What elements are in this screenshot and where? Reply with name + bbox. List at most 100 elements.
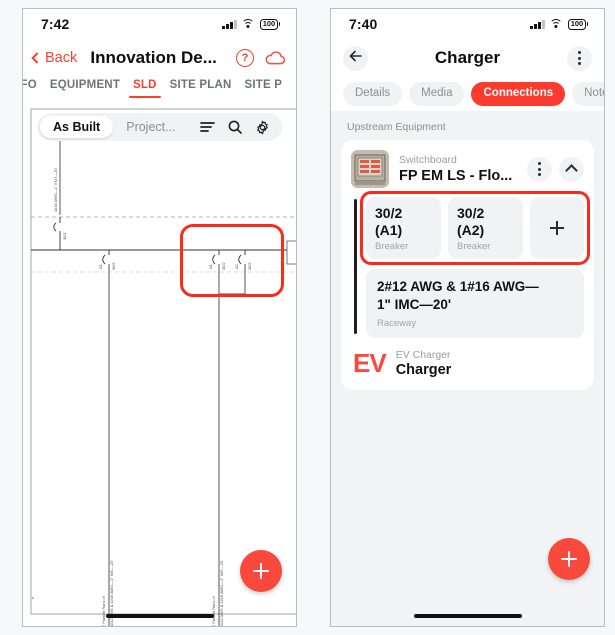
segment-projected[interactable]: Project... (113, 116, 188, 138)
svg-text:30/2: 30/2 (221, 262, 226, 270)
battery-level: 100 (262, 19, 276, 29)
raceway-conductors: 2#12 AWG & 1#16 AWG— (377, 279, 539, 295)
sld-canvas-area[interactable]: 1#18 AWG—1" EMT—20' 30/1 A1 30/2 A1 30/2… (23, 107, 296, 627)
tab-site-plan[interactable]: SITE PLAN (170, 79, 232, 98)
breaker-chip-group: 30/2 (A1) Breaker 30/2 (A2) Breaker (360, 191, 590, 266)
tab-equipment[interactable]: EQUIPMENT (50, 79, 120, 98)
cellular-signal-icon (222, 19, 237, 29)
svg-text:30/2: 30/2 (111, 262, 116, 270)
cellular-signal-icon (530, 19, 545, 29)
equipment-menu-button[interactable] (527, 156, 552, 182)
equipment-meta: Switchboard FP EM LS - Flo... (399, 154, 517, 184)
segment-as-built[interactable]: As Built (40, 116, 114, 138)
wifi-icon (241, 19, 255, 29)
detail-tabs: Details Media Connections Notes (331, 77, 604, 111)
sld-drawing: 1#18 AWG—1" EMT—20' 30/1 A1 30/2 A1 30/2… (23, 107, 296, 627)
right-nav-bar: Charger (331, 39, 604, 77)
breaker-type-label: Breaker (457, 241, 491, 253)
page-title: Charger (434, 48, 501, 67)
breaker-rating: 30/2 (375, 205, 403, 221)
gear-icon[interactable] (255, 120, 270, 135)
raceway-conduit: 1" IMC—20' (377, 296, 452, 312)
svg-text:1#18 AWG—1" EMT—20': 1#18 AWG—1" EMT—20' (53, 167, 58, 212)
svg-text:2 Parallel Runs of: 2 Parallel Runs of (211, 595, 216, 627)
svg-text:2 Parallel Runs of: 2 Parallel Runs of (101, 595, 106, 627)
tab-media[interactable]: Media (409, 82, 465, 106)
screenshot-stage: 7:42 100 Back Innovation De... ? O EQUIP… (0, 0, 615, 635)
equipment-header-row[interactable]: Switchboard FP EM LS - Flo... (351, 150, 584, 188)
status-time: 7:42 (41, 16, 70, 32)
overflow-menu-button[interactable] (567, 45, 592, 71)
wifi-icon (549, 19, 563, 29)
add-breaker-button[interactable] (530, 197, 584, 260)
battery-level: 100 (570, 19, 584, 29)
left-nav-bar: Back Innovation De... ? (23, 39, 296, 77)
search-icon[interactable] (228, 120, 242, 134)
raceway-type-label: Raceway (377, 317, 417, 329)
add-button-right[interactable] (548, 538, 590, 580)
ev-logo: EV (353, 348, 387, 379)
tab-site-photos[interactable]: SITE P (245, 79, 283, 98)
branch-rail (354, 199, 357, 334)
cloud-icon[interactable] (264, 51, 286, 65)
device-name: Charger (395, 362, 452, 379)
tab-details[interactable]: Details (343, 82, 403, 106)
breaker-chip-a2[interactable]: 30/2 (A2) Breaker (448, 197, 523, 260)
device-row[interactable]: EV EV Charger Charger (351, 349, 584, 379)
chevron-up-icon (565, 164, 578, 177)
section-label-upstream: Upstream Equipment (347, 121, 446, 133)
connections-body: Upstream Equipment Switchboard FP EM LS … (331, 111, 604, 618)
battery-icon: 100 (567, 18, 588, 30)
chevron-left-icon (31, 52, 43, 64)
sld-toolbar: As Built Project... (37, 113, 282, 141)
arrow-left-icon (349, 49, 362, 67)
branch-connections: 30/2 (A1) Breaker 30/2 (A2) Breaker 2#12… (351, 191, 590, 338)
left-phone-screen: 7:42 100 Back Innovation De... ? O EQUIP… (22, 8, 297, 627)
breaker-chip-row: 30/2 (A1) Breaker 30/2 (A2) Breaker (366, 197, 584, 260)
svg-text:s: s (32, 595, 34, 600)
filter-lines-icon[interactable] (200, 121, 215, 133)
svg-text:2#12 AWG & 1#16 AWG—1" IMC—20': 2#12 AWG & 1#16 AWG—1" IMC—20' (219, 560, 224, 627)
svg-text:30/2: 30/2 (247, 262, 252, 270)
upstream-equipment-card: Switchboard FP EM LS - Flo... 30/2 (A1) … (341, 140, 594, 391)
right-status-bar: 7:40 100 (331, 9, 604, 39)
collapse-button[interactable] (559, 156, 584, 182)
tab-info[interactable]: NFO (23, 79, 37, 98)
breaker-chip-a1[interactable]: 30/2 (A1) Breaker (366, 197, 441, 260)
tab-notes[interactable]: Notes (572, 82, 604, 106)
section-tabs: NFO EQUIPMENT SLD SITE PLAN SITE P (23, 77, 296, 107)
right-phone-screen: 7:40 100 Charger Details Media Connectio… (330, 8, 605, 627)
kebab-menu-icon (578, 51, 581, 65)
status-indicators: 100 (530, 18, 588, 30)
status-indicators: 100 (222, 18, 280, 30)
equipment-name: FP EM LS - Flo... (399, 167, 513, 184)
svg-text:A2: A2 (234, 264, 239, 269)
breaker-pole: (A2) (457, 221, 485, 238)
svg-text:30/1: 30/1 (62, 232, 67, 240)
branch-content: 30/2 (A1) Breaker 30/2 (A2) Breaker 2#12… (360, 191, 590, 338)
svg-text:A1: A1 (98, 264, 103, 269)
back-button[interactable] (343, 45, 368, 71)
page-title: Innovation De... (90, 48, 217, 67)
raceway-card[interactable]: 2#12 AWG & 1#16 AWG— 1" IMC—20' Raceway (366, 269, 584, 338)
equipment-type: Switchboard (399, 154, 457, 167)
equipment-actions (527, 156, 584, 182)
home-indicator (105, 613, 214, 618)
breaker-pole: (A1) (375, 221, 403, 238)
tab-sld[interactable]: SLD (129, 79, 161, 99)
add-button-left[interactable] (240, 550, 282, 592)
svg-text:A1: A1 (208, 264, 213, 269)
kebab-menu-icon (538, 162, 541, 176)
breaker-rating: 30/2 (457, 205, 485, 221)
tab-connections[interactable]: Connections (471, 82, 566, 106)
status-time: 7:40 (349, 16, 378, 32)
device-meta: EV Charger Charger (396, 349, 452, 379)
question-circle-icon[interactable]: ? (236, 49, 254, 67)
toolbar-icons (200, 120, 279, 135)
device-type: EV Charger (395, 348, 451, 361)
left-status-bar: 7:42 100 (23, 9, 296, 39)
home-indicator (413, 613, 522, 618)
nav-actions: ? (236, 49, 286, 67)
equipment-thumbnail (351, 150, 389, 188)
breaker-type-label: Breaker (375, 241, 409, 253)
